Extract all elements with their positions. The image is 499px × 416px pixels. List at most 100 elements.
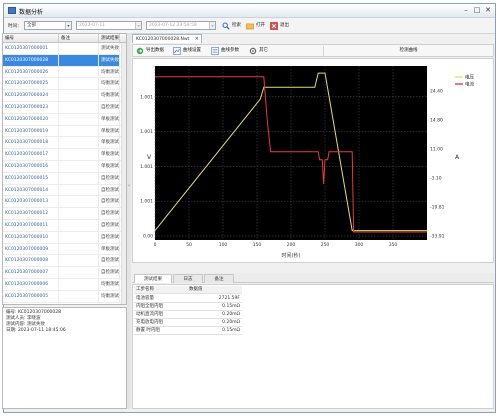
- title-bar: 数据分析 – □ ✕: [4, 4, 495, 18]
- table-row[interactable]: KC0120307000028 测试失败: [3, 54, 126, 67]
- table-cell-id: KC0120307000008: [3, 255, 59, 267]
- table-row[interactable]: KC0120307000009 单板测试: [3, 243, 126, 256]
- y-axis-left-label: V: [147, 154, 152, 161]
- maximize-icon[interactable]: □: [472, 6, 482, 15]
- table-row[interactable]: KC0120307000025 均衡测试: [3, 78, 126, 91]
- table-cell-id: KC0120307000009: [3, 243, 59, 255]
- other-menu-label: 其它: [259, 48, 268, 53]
- table-cell-result: 均衡测试: [99, 278, 120, 290]
- table-row[interactable]: KC0120307000015 自检测试: [3, 172, 126, 185]
- table-row[interactable]: KC0120307000013 自检测试: [3, 196, 126, 209]
- exit-button[interactable]: 退出: [270, 21, 289, 31]
- curve-params-button[interactable]: 曲线参数: [211, 46, 239, 56]
- table-cell-result: 自检测试: [99, 196, 120, 208]
- table-cell-result: 测试失败: [99, 43, 120, 54]
- table-row[interactable]: KC0120307000018 单板测试: [3, 137, 126, 150]
- other-menu-button[interactable]: 其它: [249, 46, 268, 56]
- table-cell-id: KC0120307000024: [3, 90, 59, 101]
- chart-icon: [173, 47, 181, 55]
- params-icon: [211, 47, 219, 55]
- close-tab-icon[interactable]: ×: [195, 35, 199, 44]
- filter-toolbar: 时间： 全部 ▾ 2023-07-11 ▾ 2023-07-12 23:59:5…: [4, 18, 495, 34]
- tab-log[interactable]: 日志: [173, 274, 203, 283]
- y-tick-label-left: 1.001: [140, 199, 153, 205]
- table-row[interactable]: KC0120307000023 自检测试: [3, 101, 126, 114]
- table-row[interactable]: KC0120307000026 均衡测试: [3, 66, 126, 79]
- x-tick-label: 300: [355, 242, 364, 248]
- list-scrollbar[interactable]: [121, 43, 126, 304]
- table-cell-note: [59, 160, 99, 172]
- table-cell-id: KC0120307000025: [3, 78, 59, 90]
- column-header-result[interactable]: 测试结果: [99, 34, 120, 42]
- y-tick-label-right: -3.10: [430, 176, 442, 182]
- column-header-note[interactable]: 备注: [59, 34, 99, 42]
- table-cell-result: 均衡测试: [99, 290, 120, 302]
- table-cell-id: KC0120307000006: [3, 278, 59, 290]
- search-icon: [222, 22, 230, 30]
- table-cell-result: 单板测试: [99, 149, 120, 160]
- panel-splitter[interactable]: ‹: [127, 33, 131, 409]
- table-row[interactable]: KC0120307000010 自检测试: [3, 231, 126, 244]
- search-button[interactable]: 检索: [222, 21, 241, 31]
- column-header-id[interactable]: 编号: [3, 34, 59, 42]
- y-tick-label-left: 1.001: [140, 94, 153, 100]
- time-select-value: 全部: [27, 23, 36, 28]
- date-from-field[interactable]: 2023-07-11 ▾: [76, 21, 142, 30]
- close-icon[interactable]: ✕: [483, 6, 493, 15]
- param-name: 动机直流内阻: [136, 312, 163, 317]
- table-row[interactable]: KC0120307000014 自检测试: [3, 184, 126, 197]
- table-cell-note: [59, 113, 99, 125]
- table-cell-result: 均衡测试: [99, 78, 120, 90]
- table-cell-result: 单板测试: [99, 137, 120, 149]
- open-label: 打开: [256, 23, 265, 28]
- table-cell-note: [59, 172, 99, 184]
- date-to-field[interactable]: 2023-07-12 23:59:59 ▾: [146, 21, 216, 30]
- table-cell-note: [59, 90, 99, 101]
- table-cell-note: [59, 278, 99, 290]
- table-cell-result: 自检测试: [99, 219, 120, 231]
- table-row[interactable]: KC0120307000024 均衡测试: [3, 90, 126, 102]
- table-row[interactable]: KC0120307000001 测试失败: [3, 43, 126, 55]
- chevron-down-icon: ▾: [65, 22, 71, 29]
- chart-toolbar: 导出数据 曲线设置 曲线参数 其它 检测曲线: [132, 44, 494, 57]
- table-cell-note: [59, 219, 99, 231]
- table-row[interactable]: KC0120307000007 自检测试: [3, 267, 126, 279]
- tab-test-results[interactable]: 测试结果: [134, 274, 172, 283]
- table-row[interactable]: KC0120307000019 单板测试: [3, 125, 126, 138]
- y-tick-label-right: 14.80: [430, 118, 443, 124]
- param-value: 0.20mΩ: [222, 320, 240, 325]
- table-row[interactable]: KC0120307000017 单板测试: [3, 149, 126, 161]
- collapse-arrow-icon[interactable]: ‹: [127, 183, 131, 193]
- table-row[interactable]: 静置 时内阻 0.15mΩ: [134, 327, 242, 335]
- minimize-icon[interactable]: –: [461, 6, 471, 15]
- export-icon: [136, 47, 144, 55]
- table-row[interactable]: 内阻全阻内阻 0.15mΩ: [134, 303, 242, 311]
- document-tab[interactable]: KC0120307000028.Nwt ×: [132, 34, 202, 43]
- export-data-button[interactable]: 导出数据: [136, 46, 164, 56]
- time-select[interactable]: 全部 ▾: [24, 21, 72, 30]
- window-title: 数据分析: [19, 9, 44, 16]
- table-row[interactable]: 动机直流内阻 0.20mΩ: [134, 311, 242, 319]
- table-row[interactable]: 充电放电内阻 0.20mΩ: [134, 319, 242, 327]
- table-row[interactable]: KC0120307000012 自检测试: [3, 208, 126, 220]
- table-row[interactable]: KC0120307000020 单板测试: [3, 113, 126, 126]
- table-row[interactable]: KC0120307000008 自检测试: [3, 255, 126, 268]
- param-value: 0.15mΩ: [222, 304, 240, 309]
- open-button[interactable]: 打开: [246, 21, 265, 31]
- table-row[interactable]: KC0120307000006 均衡测试: [3, 278, 126, 291]
- table-cell-result: 自检测试: [99, 208, 120, 219]
- tab-notes[interactable]: 备注: [204, 274, 234, 283]
- table-cell-id: KC0120307000026: [3, 66, 59, 78]
- table-row[interactable]: 电池容量 2721.59F: [134, 295, 242, 303]
- table-cell-note: [59, 137, 99, 149]
- table-row[interactable]: KC0120307000016 单板测试: [3, 160, 126, 173]
- chart-panel: 0.00 1.001 1.001 1.001 1.001 -33.91 -19.81 -3.…: [132, 58, 494, 263]
- x-tick-label: 100: [219, 242, 228, 248]
- table-cell-note: [59, 255, 99, 267]
- table-cell-result: 单板测试: [99, 125, 120, 137]
- date-from-value: 2023-07-11: [79, 23, 106, 28]
- legend-label: 电压: [465, 74, 474, 81]
- table-row[interactable]: KC0120307000005 均衡测试: [3, 290, 126, 303]
- curve-settings-button[interactable]: 曲线设置: [173, 46, 201, 56]
- table-row[interactable]: KC0120307000011 自检测试: [3, 219, 126, 232]
